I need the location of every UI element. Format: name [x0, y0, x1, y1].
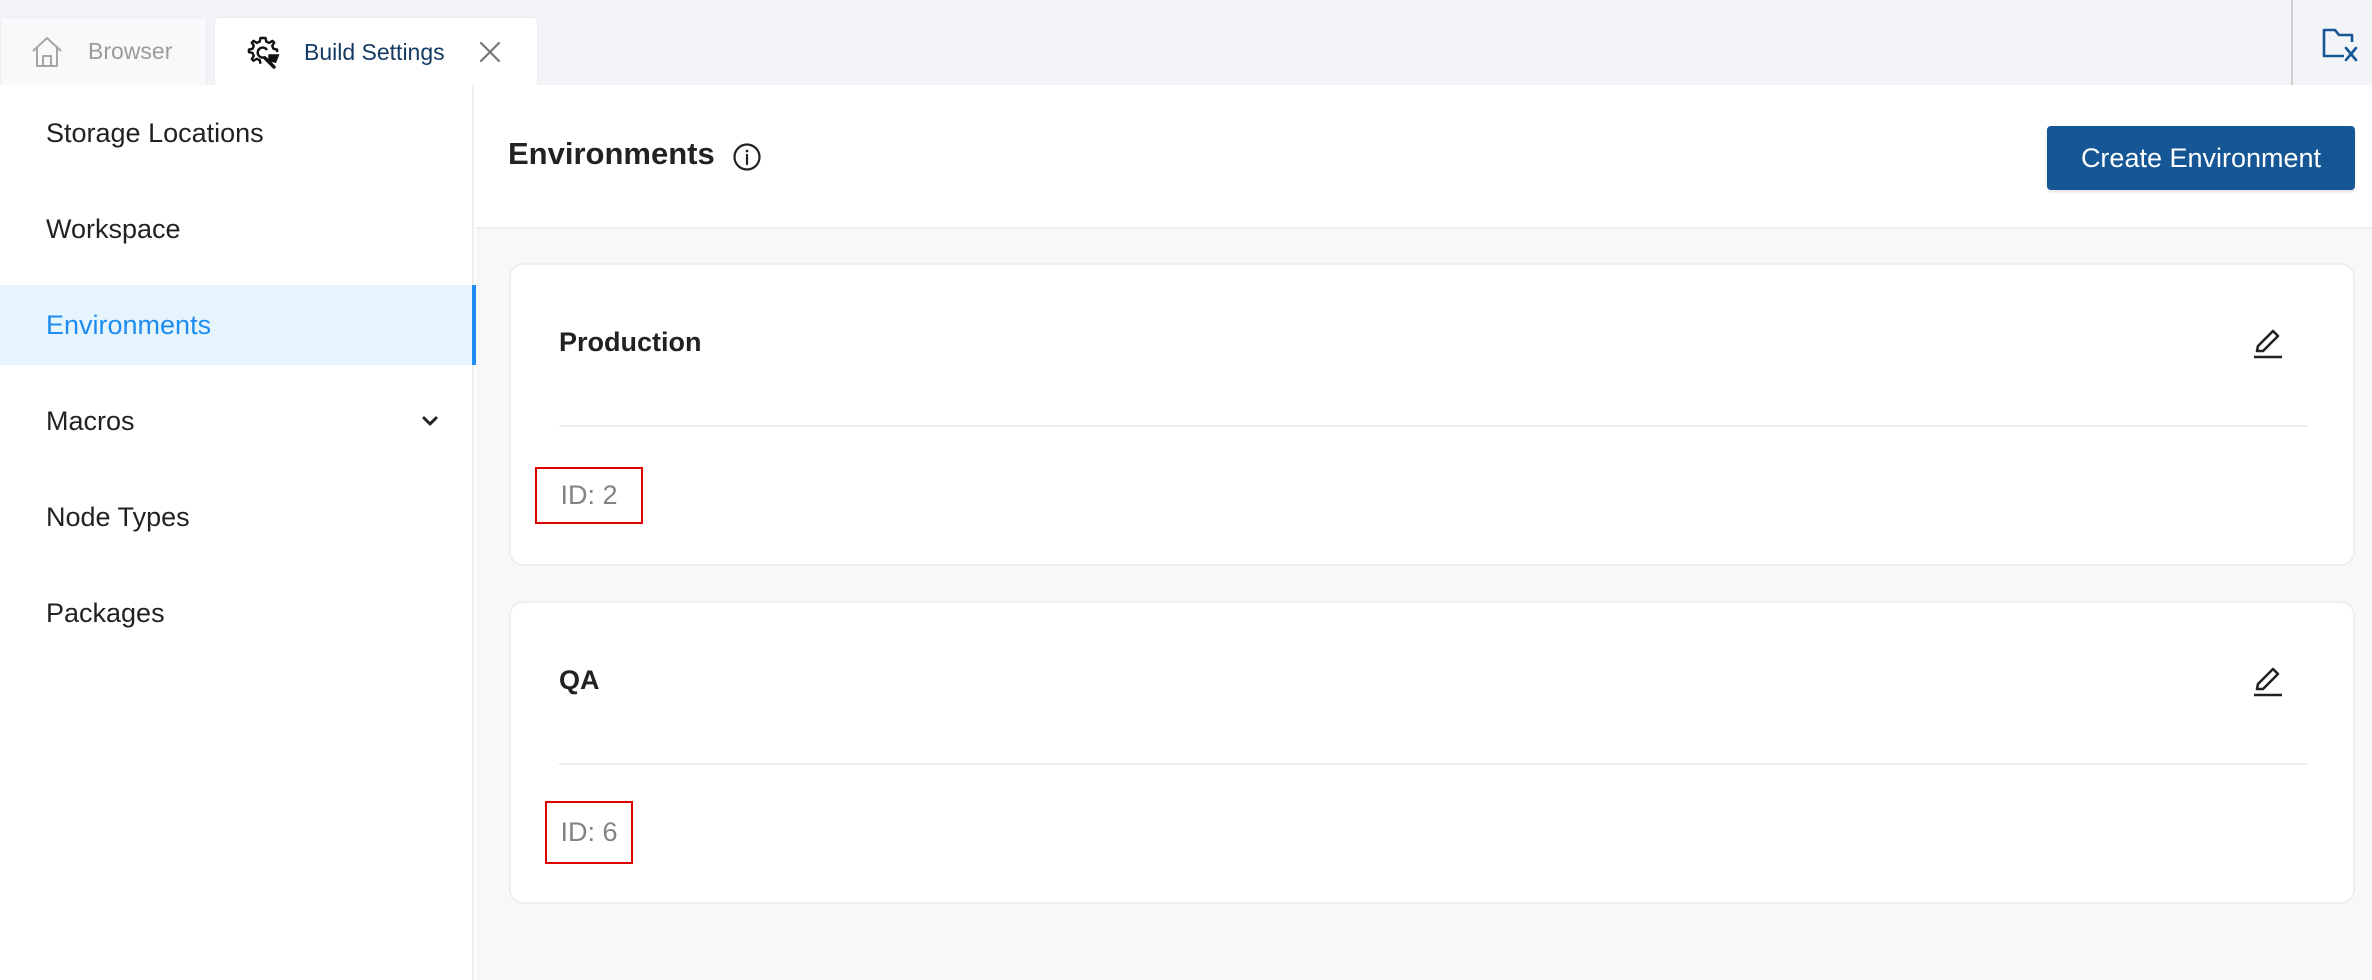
info-icon[interactable] [732, 142, 762, 172]
sidebar-item-label: Workspace [46, 213, 181, 244]
tab-browser-label: Browser [88, 38, 173, 64]
sidebar-item-storage-locations[interactable]: Storage Locations [0, 93, 474, 173]
sidebar-item-macros[interactable]: Macros [0, 381, 474, 461]
edit-pencil-icon[interactable] [2251, 327, 2285, 361]
card-divider [559, 425, 2308, 427]
sidebar-item-environments[interactable]: Environments [0, 285, 476, 365]
environment-card-qa: QA ID: 6 [509, 601, 2355, 904]
sidebar-item-label: Macros [46, 405, 135, 436]
settings-sidebar: Storage Locations Workspace Environments… [0, 85, 476, 980]
toolbar-divider [2291, 0, 2293, 85]
environment-id: ID: 6 [545, 801, 633, 864]
gear-wrench-icon [247, 36, 280, 69]
sidebar-item-node-types[interactable]: Node Types [0, 477, 474, 557]
sidebar-item-label: Packages [46, 597, 165, 628]
create-environment-button[interactable]: Create Environment [2047, 126, 2355, 190]
page-title: Environments [508, 136, 715, 171]
main-content: Environments Create Environment Producti… [476, 85, 2372, 980]
environment-id: ID: 2 [535, 467, 643, 524]
sidebar-item-packages[interactable]: Packages [0, 573, 474, 653]
card-divider [559, 763, 2308, 765]
sidebar-item-label: Storage Locations [46, 117, 264, 148]
close-tab-icon[interactable] [477, 39, 503, 65]
sidebar-item-workspace[interactable]: Workspace [0, 189, 474, 269]
environment-card-production: Production ID: 2 [509, 263, 2355, 566]
page-header: Environments Create Environment [476, 85, 2372, 229]
edit-pencil-icon[interactable] [2251, 665, 2285, 699]
environment-name: QA [559, 665, 600, 695]
sidebar-item-label: Environments [46, 309, 212, 340]
tab-build-settings[interactable]: Build Settings [214, 17, 538, 87]
folder-close-icon[interactable] [2322, 28, 2360, 62]
tab-browser[interactable]: Browser [0, 17, 207, 85]
tab-bar: Browser Build Settings [0, 0, 2372, 87]
environment-name: Production [559, 327, 702, 357]
home-icon [32, 37, 62, 67]
chevron-down-icon[interactable] [418, 409, 442, 433]
tab-build-settings-label: Build Settings [304, 39, 445, 65]
sidebar-item-label: Node Types [46, 501, 190, 532]
